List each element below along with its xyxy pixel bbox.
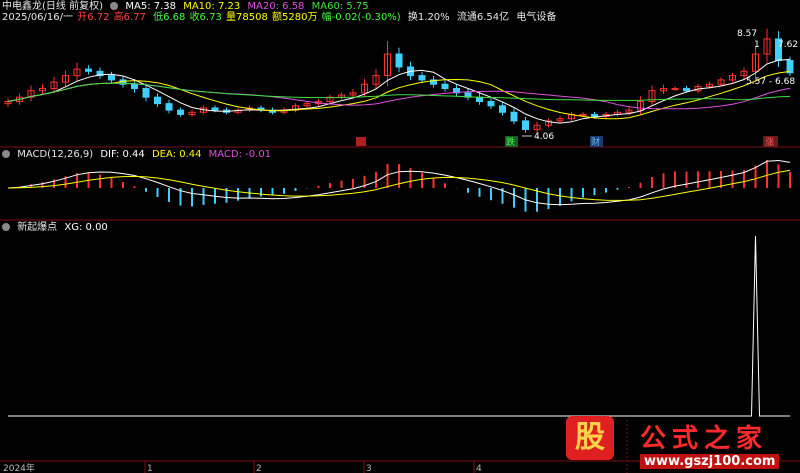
quote-close: 收6.73: [189, 12, 222, 23]
quote-float: 流通6.54亿: [456, 12, 510, 23]
watermark: 股 公式之家 www.gszj100.com: [548, 412, 800, 473]
xg-value: XG: 0.00: [64, 222, 108, 233]
candle-body: [476, 96, 483, 102]
watermark-title: 公式之家: [640, 424, 769, 454]
xg-panel: [8, 235, 790, 417]
range-label: 5.57 - 6.68: [746, 77, 795, 87]
candle-body: [211, 107, 219, 111]
candle-body: [487, 100, 495, 107]
candle-body: [395, 53, 403, 68]
macd-header: MACD(12,26,9) DIF: 0.44 DEA: 0.44 MACD: …: [2, 149, 275, 161]
macd-dif: DIF: 0.44: [100, 149, 145, 160]
event-label-1: 跌: [506, 137, 515, 148]
low-price-label: 4.06: [534, 132, 554, 142]
candle-body: [165, 103, 173, 111]
quote-turnover: 换1.20%: [407, 12, 450, 23]
candle-body: [522, 120, 529, 131]
candle-body: [499, 105, 506, 113]
xg-header: 新起爆点 XG: 0.00: [2, 222, 112, 234]
macd-settings-icon[interactable]: [2, 150, 10, 158]
macd-dea: DEA: 0.44: [151, 149, 202, 160]
candle-body: [131, 83, 138, 90]
quote-date: 2025/06/16/一: [2, 12, 74, 23]
axis-month-3: 3: [366, 464, 372, 473]
stock-title: 中电鑫龙(日线 前复权): [2, 1, 103, 12]
candle-body: [786, 60, 794, 74]
price-panel: [4, 28, 794, 133]
event-label-3: 涨: [765, 137, 774, 148]
candle-body: [418, 75, 426, 81]
ma20-line: [7, 82, 791, 110]
ma20-label: MA20: 6.58: [247, 1, 305, 12]
ma60-label: MA60: 5.75: [311, 1, 369, 12]
tag-label-2: 7.62: [778, 40, 798, 50]
axis-month-2: 2: [256, 464, 262, 473]
candle-body: [671, 88, 679, 91]
event-marker-0: [356, 137, 366, 146]
quote-change: 幅-0.02(-0.30%): [321, 12, 401, 23]
candle-body: [85, 68, 92, 72]
event-label-2: 财: [591, 136, 600, 148]
xg-name: 新起爆点: [17, 222, 58, 233]
axis-year-label: 2024年: [3, 462, 35, 473]
quote-sector: 电气设备: [516, 12, 557, 23]
quote-volume: 量78508: [226, 12, 268, 23]
macd-name: MACD(12,26,9): [17, 149, 94, 160]
chart-canvas: 8.57 1 7.62 5.57 - 6.68 4.06 跌 财 涨 2024年…: [0, 28, 800, 473]
axis-month-1: 1: [147, 464, 153, 473]
xg-line: [8, 235, 790, 417]
quote-high: 高6.77: [113, 12, 146, 23]
quote-low: 低6.68: [153, 12, 186, 23]
watermark-logo: 股: [566, 416, 614, 460]
candle-body: [683, 88, 690, 92]
xg-settings-icon[interactable]: [2, 223, 10, 231]
watermark-url: www.gszj100.com: [640, 454, 780, 469]
ma10-label: MA10: 7.23: [183, 1, 241, 12]
macd-value: MACD: -0.01: [208, 149, 272, 160]
candle-body: [108, 75, 115, 81]
candle-body: [142, 88, 150, 98]
quote-row: 2025/06/16/一 开6.72 高6.77 低6.68 收6.73 量78…: [2, 12, 560, 24]
candle-body: [154, 96, 161, 105]
tag-label-1: 1: [754, 40, 760, 50]
quote-amount: 额5280万: [272, 12, 318, 23]
candle-body: [441, 83, 449, 90]
macd-panel: [7, 159, 791, 212]
ma5-label: MA5: 7.38: [125, 1, 177, 12]
candle-body: [579, 113, 587, 116]
settings-circle-icon[interactable]: [110, 2, 119, 10]
quote-open: 开6.72: [77, 12, 110, 23]
candle-body: [510, 111, 518, 122]
high-price-label: 8.57: [737, 29, 757, 39]
candle-body: [177, 109, 184, 115]
axis-month-4: 4: [476, 464, 482, 473]
